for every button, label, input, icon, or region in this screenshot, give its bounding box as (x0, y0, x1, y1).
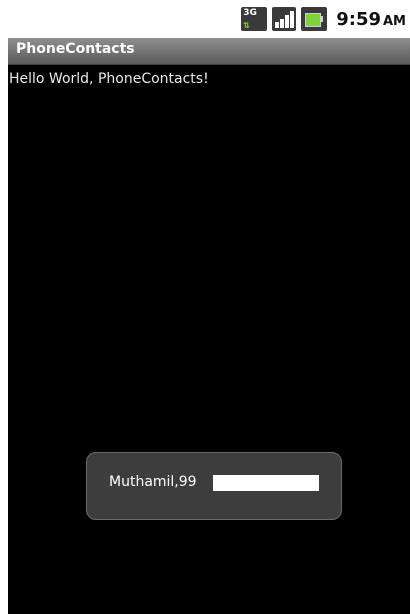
status-icons: 3G ⇅ 9:59 AM (241, 6, 406, 32)
toast-message: Muthamil,99 (86, 452, 342, 520)
app-title: PhoneContacts (16, 41, 135, 57)
hello-text: Hello World, PhoneContacts! (9, 71, 209, 87)
network-type-label: 3G (243, 8, 257, 18)
3g-network-icon: 3G ⇅ (241, 7, 268, 31)
clock-ampm: AM (383, 13, 406, 29)
status-bar: 3G ⇅ 9:59 AM (0, 0, 410, 38)
app-content: Hello World, PhoneContacts! Muthamil,99 (8, 65, 410, 614)
toast-text: Muthamil,99 (109, 474, 197, 490)
signal-strength-icon (272, 7, 297, 31)
phone-screen: 3G ⇅ 9:59 AM PhoneContacts Hello World, P… (0, 0, 410, 614)
app-title-bar: PhoneContacts (8, 38, 410, 65)
clock-time: 9:59 (336, 8, 381, 30)
redaction-mark (213, 475, 319, 491)
battery-icon (301, 7, 328, 31)
status-clock: 9:59 AM (336, 9, 406, 30)
data-activity-icon: ⇅ (243, 21, 250, 30)
